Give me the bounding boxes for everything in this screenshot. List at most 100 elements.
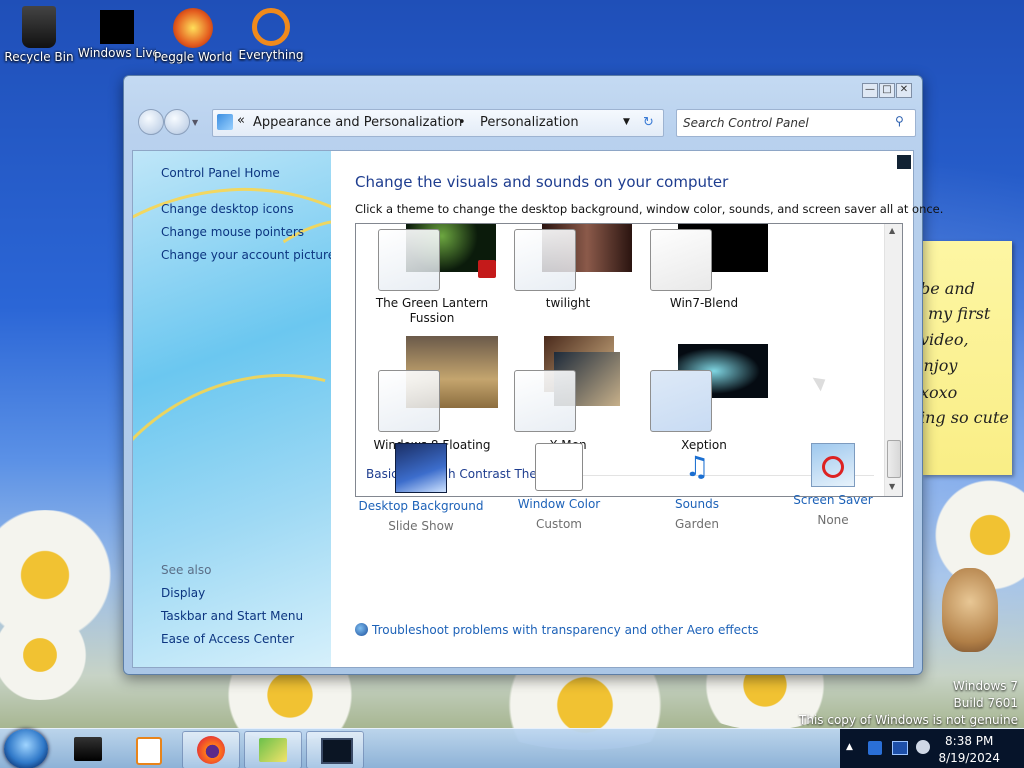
left-navigation-pane: Control Panel Home Change desktop icons … (133, 151, 331, 667)
personalization-window[interactable]: — □ ✕ ▼ « Appearance and Personalization… (123, 75, 943, 675)
taskbar-explorer[interactable] (60, 731, 116, 767)
desktop-background-icon (395, 443, 447, 493)
breadcrumb-personalization[interactable]: Personalization (480, 115, 579, 130)
hamster-gadget[interactable] (930, 560, 1010, 660)
start-button[interactable] (4, 729, 48, 768)
watermark-os: Windows 7 (952, 679, 1018, 693)
option-value: Custom (536, 517, 582, 531)
taskbar-start-menu-link[interactable]: Taskbar and Start Menu (161, 609, 303, 623)
address-bar[interactable]: « Appearance and Personalization • Perso… (212, 109, 664, 137)
no-entry-icon (822, 456, 844, 478)
option-value: Garden (675, 517, 719, 531)
windows-live-icon (100, 10, 134, 44)
option-value: Slide Show (388, 519, 454, 533)
theme-item[interactable]: Xeption (636, 336, 772, 456)
clock-time: 8:38 PM (945, 734, 994, 748)
explorer-icon (74, 737, 102, 761)
theme-window-preview (650, 229, 712, 291)
everything-icon (252, 8, 290, 46)
troubleshoot-label: Troubleshoot problems with transparency … (372, 623, 759, 637)
option-title: Sounds (674, 497, 720, 511)
firefox-icon (197, 736, 225, 764)
window-color-icon (535, 443, 583, 491)
see-also-heading: See also (161, 563, 212, 577)
theme-window-preview (378, 229, 440, 291)
display-link[interactable]: Display (161, 586, 205, 600)
scroll-up-arrow[interactable]: ▲ (889, 226, 895, 235)
page-title: Change the visuals and sounds on your co… (355, 173, 729, 191)
back-button[interactable] (138, 109, 164, 135)
troubleshoot-link[interactable]: Troubleshoot problems with transparency … (355, 623, 759, 637)
sounds-icon: ♫ (684, 450, 710, 483)
theme-item[interactable]: Windows 8 Floating (364, 336, 500, 456)
show-hidden-icons-button[interactable]: ▲ (846, 742, 853, 752)
option-value: None (817, 513, 849, 527)
media-player-icon (136, 737, 162, 765)
change-mouse-pointers-link[interactable]: Change mouse pointers (161, 225, 304, 239)
change-account-picture-link[interactable]: Change your account picture (161, 248, 331, 262)
breadcrumb-appearance[interactable]: Appearance and Personalization (253, 115, 462, 130)
theme-name: twilight (545, 296, 591, 310)
peggle-icon (173, 8, 213, 48)
theme-window-preview (378, 370, 440, 432)
recycle-bin-icon (22, 6, 56, 48)
minimize-button[interactable]: — (862, 83, 878, 98)
screen-saver-option[interactable]: Screen Saver None (763, 443, 903, 527)
theme-window-preview (514, 370, 576, 432)
note-line: enjoy (922, 356, 958, 375)
window-content: Control Panel Home Change desktop icons … (132, 150, 943, 668)
watermark-genuine: This copy of Windows is not genuine (799, 713, 1018, 727)
system-tray: ▲ 8:38 PM 8/19/2024 (840, 729, 1024, 768)
tray-app-icon[interactable] (868, 741, 882, 755)
breadcrumb-separator: • (458, 115, 466, 130)
desktop-icon-windows-live[interactable]: Windows Live Ma (78, 10, 156, 60)
clock[interactable]: 8:38 PM 8/19/2024 (938, 733, 1000, 767)
note-line: video, (922, 330, 969, 349)
search-placeholder: Search Control Panel (683, 116, 809, 130)
search-icon[interactable]: ⚲ (895, 114, 904, 128)
desktop-icon-recycle-bin[interactable]: Recycle Bin (0, 6, 78, 64)
volume-icon[interactable] (916, 740, 930, 754)
taskbar-window-preview[interactable] (306, 731, 364, 768)
recent-pages-button[interactable]: ▼ (192, 118, 198, 127)
watermark-build: Build 7601 (953, 696, 1018, 710)
desktop-icon-everything[interactable]: Everything (232, 8, 310, 62)
breadcrumb-overflow[interactable]: « (237, 113, 245, 128)
sticky-note[interactable]: be and my first video, enjoy xoxo ing so… (922, 241, 1012, 475)
screen-saver-icon (811, 443, 855, 487)
refresh-icon[interactable]: ↻ (643, 115, 654, 130)
maximize-button[interactable]: □ (879, 83, 895, 98)
theme-item[interactable]: The Green Lantern Fussion (364, 224, 500, 332)
taskbar-media-player[interactable] (120, 731, 176, 767)
close-button[interactable]: ✕ (896, 83, 912, 98)
theme-badge-icon (478, 260, 496, 278)
sounds-option[interactable]: ♫ Sounds Garden (627, 443, 767, 531)
search-input[interactable]: Search Control Panel ⚲ (676, 109, 916, 137)
window-color-option[interactable]: Window Color Custom (489, 443, 629, 531)
theme-item[interactable]: X-Men (500, 336, 636, 456)
taskbar-firefox[interactable] (182, 731, 240, 768)
taskbar-control-panel[interactable] (244, 731, 302, 768)
option-title: Screen Saver (793, 493, 873, 507)
note-line: my first (928, 304, 991, 323)
address-dropdown-icon[interactable]: ▼ (623, 117, 630, 127)
option-title: Desktop Background (358, 499, 484, 513)
desktop-icon-label: Recycle Bin (4, 50, 74, 64)
theme-item[interactable]: twilight (500, 224, 636, 332)
change-desktop-icons-link[interactable]: Change desktop icons (161, 202, 294, 216)
theme-window-preview (650, 370, 712, 432)
note-line: xoxo (922, 383, 958, 402)
note-line: ing so cute (922, 408, 1009, 427)
ease-of-access-link[interactable]: Ease of Access Center (161, 632, 294, 646)
clock-date: 8/19/2024 (938, 751, 1000, 765)
forward-button[interactable] (164, 109, 190, 135)
navigation-bar: ▼ « Appearance and Personalization • Per… (132, 106, 916, 140)
help-icon[interactable] (897, 155, 911, 169)
network-icon[interactable] (892, 741, 908, 755)
desktop-background-option[interactable]: Desktop Background Slide Show (351, 443, 491, 533)
desktop-icon-peggle-world[interactable]: Peggle World (154, 8, 232, 64)
control-panel-home-link[interactable]: Control Panel Home (161, 166, 280, 180)
theme-window-preview (514, 229, 576, 291)
main-pane: Change the visuals and sounds on your co… (331, 151, 943, 667)
theme-item[interactable]: Win7-Blend (636, 224, 772, 332)
